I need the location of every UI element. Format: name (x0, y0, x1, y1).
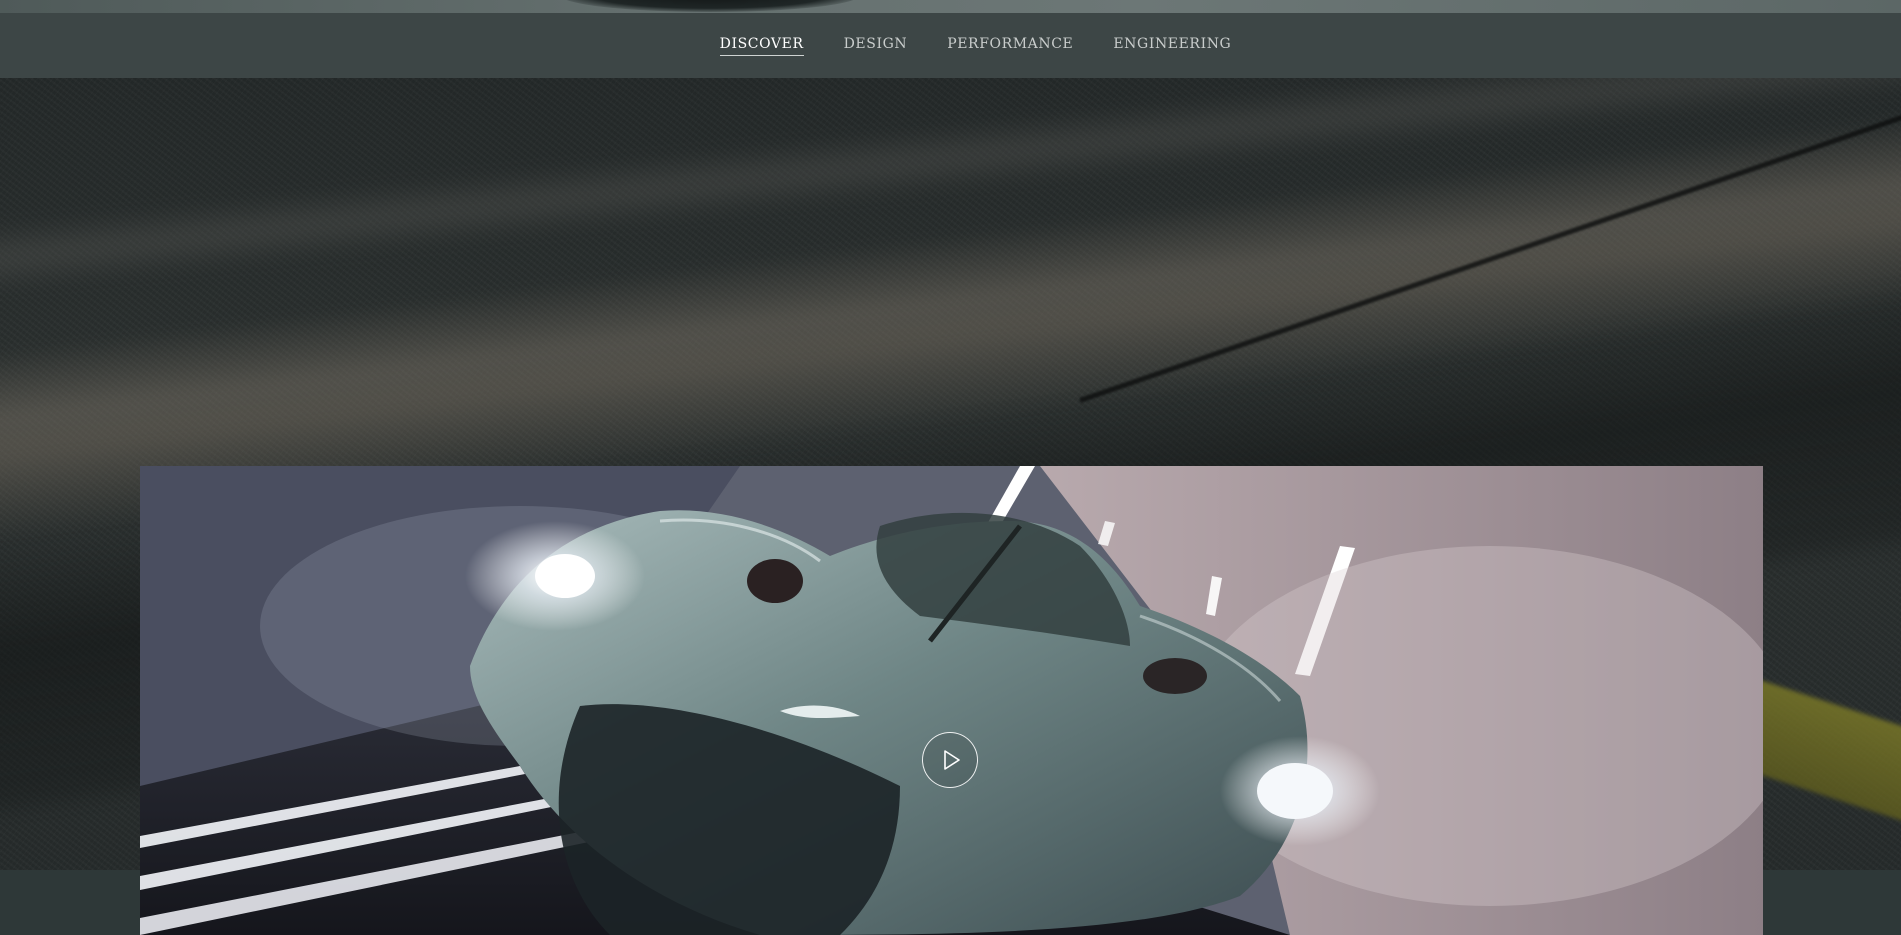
nav-item-engineering[interactable]: ENGINEERING (1113, 36, 1231, 56)
nav-item-design[interactable]: DESIGN (844, 36, 908, 56)
car-in-tunnel-image (140, 466, 1763, 935)
previous-section-strip (0, 0, 1901, 13)
video-play-button[interactable] (922, 732, 978, 788)
section-nav-list: DISCOVER DESIGN PERFORMANCE ENGINEERING (719, 36, 1232, 56)
nav-item-discover[interactable]: DISCOVER (719, 36, 804, 56)
play-icon (944, 750, 960, 770)
video-thumbnail[interactable] (140, 466, 1763, 935)
car-shadow-shape (560, 0, 860, 12)
section-nav-bar: DISCOVER DESIGN PERFORMANCE ENGINEERING (0, 13, 1901, 78)
nav-item-performance[interactable]: PERFORMANCE (947, 36, 1073, 56)
